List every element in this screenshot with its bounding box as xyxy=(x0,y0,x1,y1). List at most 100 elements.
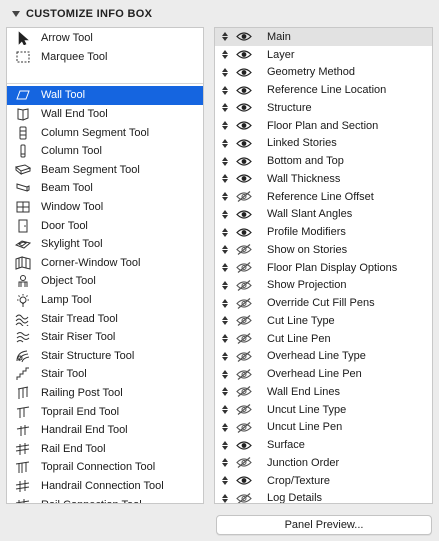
info-item-row[interactable]: Bottom and Top xyxy=(215,152,432,170)
reorder-handle-icon[interactable] xyxy=(219,458,231,468)
info-item-row[interactable]: Surface xyxy=(215,436,432,454)
eye-hidden-icon[interactable] xyxy=(235,262,253,274)
reorder-handle-icon[interactable] xyxy=(219,351,231,361)
info-item-row[interactable]: Wall End Lines xyxy=(215,383,432,401)
eye-hidden-icon[interactable] xyxy=(235,315,253,327)
eye-hidden-icon[interactable] xyxy=(235,333,253,345)
tool-item-stair-structure[interactable]: Stair Structure Tool xyxy=(7,347,203,366)
info-item-row[interactable]: Wall Slant Angles xyxy=(215,206,432,224)
tool-item-window[interactable]: Window Tool xyxy=(7,198,203,217)
tool-item-stair-tread[interactable]: Stair Tread Tool xyxy=(7,309,203,328)
reorder-handle-icon[interactable] xyxy=(219,369,231,379)
eye-icon[interactable] xyxy=(235,31,253,43)
eye-hidden-icon[interactable] xyxy=(235,191,253,203)
eye-icon[interactable] xyxy=(235,475,253,487)
tool-item-handrail-connection[interactable]: Handrail Connection Tool xyxy=(7,477,203,496)
customize-info-box-header[interactable]: CUSTOMIZE INFO BOX xyxy=(0,0,439,27)
tool-item-rail-connection[interactable]: Rail Connection Tool xyxy=(7,495,203,503)
panel-preview-button[interactable]: Panel Preview... xyxy=(216,515,432,535)
tool-list[interactable]: Arrow Tool Marquee Tool Wall Tool Wall End… xyxy=(6,27,204,504)
eye-hidden-icon[interactable] xyxy=(235,404,253,416)
reorder-handle-icon[interactable] xyxy=(219,138,231,148)
eye-icon[interactable] xyxy=(235,84,253,96)
info-item-row[interactable]: Overhead Line Type xyxy=(215,348,432,366)
tool-item-column-segment[interactable]: Column Segment Tool xyxy=(7,123,203,142)
reorder-handle-icon[interactable] xyxy=(219,263,231,273)
tool-item-column[interactable]: Column Tool xyxy=(7,142,203,161)
reorder-handle-icon[interactable] xyxy=(219,192,231,202)
reorder-handle-icon[interactable] xyxy=(219,493,231,503)
eye-hidden-icon[interactable] xyxy=(235,368,253,380)
info-item-row[interactable]: Show Projection xyxy=(215,277,432,295)
tool-item-lamp[interactable]: Lamp Tool xyxy=(7,291,203,310)
reorder-handle-icon[interactable] xyxy=(219,440,231,450)
eye-icon[interactable] xyxy=(235,120,253,132)
reorder-handle-icon[interactable] xyxy=(219,85,231,95)
info-item-row[interactable]: Floor Plan and Section xyxy=(215,117,432,135)
info-item-row[interactable]: Reference Line Location xyxy=(215,81,432,99)
tool-item-object[interactable]: Object Tool xyxy=(7,272,203,291)
eye-icon[interactable] xyxy=(235,137,253,149)
info-item-row[interactable]: Cut Line Pen xyxy=(215,330,432,348)
reorder-handle-icon[interactable] xyxy=(219,121,231,131)
info-item-row[interactable]: Reference Line Offset xyxy=(215,188,432,206)
tool-item-door[interactable]: Door Tool xyxy=(7,216,203,235)
reorder-handle-icon[interactable] xyxy=(219,50,231,60)
reorder-handle-icon[interactable] xyxy=(219,227,231,237)
reorder-handle-icon[interactable] xyxy=(219,298,231,308)
eye-icon[interactable] xyxy=(235,66,253,78)
tool-item-wall[interactable]: Wall Tool xyxy=(7,86,203,105)
info-item-row[interactable]: Linked Stories xyxy=(215,135,432,153)
eye-icon[interactable] xyxy=(235,102,253,114)
info-item-row[interactable]: Layer xyxy=(215,46,432,64)
reorder-handle-icon[interactable] xyxy=(219,209,231,219)
tool-item-skylight[interactable]: Skylight Tool xyxy=(7,235,203,254)
reorder-handle-icon[interactable] xyxy=(219,405,231,415)
info-item-row[interactable]: Junction Order xyxy=(215,454,432,472)
info-item-row[interactable]: Override Cut Fill Pens xyxy=(215,294,432,312)
eye-hidden-icon[interactable] xyxy=(235,421,253,433)
reorder-handle-icon[interactable] xyxy=(219,334,231,344)
reorder-handle-icon[interactable] xyxy=(219,174,231,184)
eye-icon[interactable] xyxy=(235,49,253,61)
tool-item-corner-window[interactable]: Corner-Window Tool xyxy=(7,254,203,273)
eye-icon[interactable] xyxy=(235,208,253,220)
tool-item-rail-end[interactable]: Rail End Tool xyxy=(7,439,203,458)
tool-item-stair[interactable]: Stair Tool xyxy=(7,365,203,384)
info-item-row[interactable]: Geometry Method xyxy=(215,64,432,82)
info-item-row[interactable]: Crop/Texture xyxy=(215,472,432,490)
info-box-items-list[interactable]: Main Layer Geometry Method Reference Line L… xyxy=(214,27,433,504)
tool-item-beam[interactable]: Beam Tool xyxy=(7,179,203,198)
tool-item-arrow[interactable]: Arrow Tool xyxy=(7,29,203,48)
reorder-handle-icon[interactable] xyxy=(219,103,231,113)
eye-icon[interactable] xyxy=(235,155,253,167)
info-item-row[interactable]: Log Details xyxy=(215,490,432,503)
info-item-row[interactable]: Profile Modifiers xyxy=(215,223,432,241)
info-item-row[interactable]: Main xyxy=(215,28,432,46)
info-item-row[interactable]: Overhead Line Pen xyxy=(215,365,432,383)
reorder-handle-icon[interactable] xyxy=(219,280,231,290)
eye-hidden-icon[interactable] xyxy=(235,350,253,362)
eye-hidden-icon[interactable] xyxy=(235,279,253,291)
tool-item-toprail-end[interactable]: Toprail End Tool xyxy=(7,402,203,421)
disclosure-triangle-icon[interactable] xyxy=(12,10,20,17)
reorder-handle-icon[interactable] xyxy=(219,245,231,255)
tool-item-railing-post[interactable]: Railing Post Tool xyxy=(7,384,203,403)
reorder-handle-icon[interactable] xyxy=(219,156,231,166)
eye-icon[interactable] xyxy=(235,439,253,451)
tool-item-beam-segment[interactable]: Beam Segment Tool xyxy=(7,161,203,180)
reorder-handle-icon[interactable] xyxy=(219,476,231,486)
tool-item-stair-riser[interactable]: Stair Riser Tool xyxy=(7,328,203,347)
tool-item-toprail-connection[interactable]: Toprail Connection Tool xyxy=(7,458,203,477)
info-item-row[interactable]: Uncut Line Pen xyxy=(215,419,432,437)
reorder-handle-icon[interactable] xyxy=(219,67,231,77)
eye-icon[interactable] xyxy=(235,173,253,185)
reorder-handle-icon[interactable] xyxy=(219,387,231,397)
eye-hidden-icon[interactable] xyxy=(235,492,253,503)
reorder-handle-icon[interactable] xyxy=(219,316,231,326)
eye-hidden-icon[interactable] xyxy=(235,457,253,469)
eye-hidden-icon[interactable] xyxy=(235,244,253,256)
tool-item-handrail-end[interactable]: Handrail End Tool xyxy=(7,421,203,440)
tool-item-marquee[interactable]: Marquee Tool xyxy=(7,48,203,67)
reorder-handle-icon[interactable] xyxy=(219,32,231,42)
